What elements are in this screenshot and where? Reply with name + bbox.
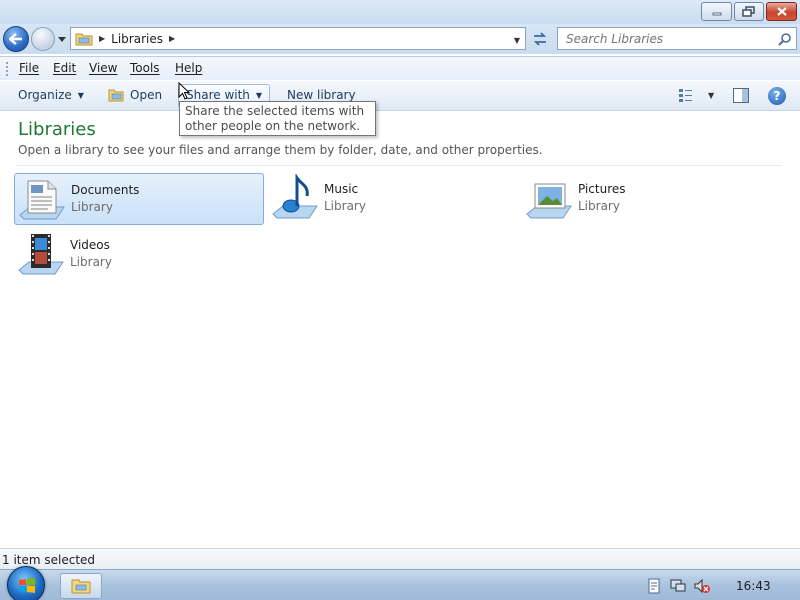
new-library-button[interactable]: New library (287, 88, 356, 102)
command-bar: Organize ▼ Open Share with ▼ New library… (0, 81, 800, 111)
address-bar[interactable]: ▶ Libraries ▶ ▼ (70, 27, 526, 50)
organize-label: Organize (18, 88, 72, 102)
libraries-folder-icon (75, 33, 93, 45)
chevron-down-icon: ▼ (255, 90, 263, 100)
restore-button[interactable] (734, 2, 764, 21)
share-with-tooltip: Share the selected items with other peop… (179, 101, 376, 136)
library-videos[interactable]: Videos Library (14, 229, 264, 281)
action-center-icon[interactable] (646, 578, 662, 594)
back-button[interactable] (3, 26, 29, 52)
menu-help[interactable]: Help (175, 61, 202, 75)
menu-bar: File Edit View Tools Help (0, 56, 800, 80)
menu-view[interactable]: View (89, 61, 117, 75)
library-name: Pictures (578, 182, 626, 196)
windows-start-icon (19, 578, 35, 593)
library-music[interactable]: Music Library (268, 173, 518, 225)
preview-pane-icon[interactable] (733, 88, 749, 103)
organize-button[interactable]: Organize ▼ (18, 88, 84, 102)
library-documents[interactable]: Documents Library (14, 173, 264, 225)
chevron-down-icon (58, 36, 66, 42)
page-title: Libraries (18, 119, 96, 140)
page-subtitle: Open a library to see your files and arr… (18, 143, 543, 157)
search-input[interactable] (558, 31, 763, 46)
open-button[interactable]: Open (108, 88, 162, 102)
menu-edit[interactable]: Edit (53, 61, 76, 75)
back-arrow-icon (9, 33, 22, 45)
change-view-icon (679, 89, 692, 102)
volume-muted-icon[interactable] (694, 578, 710, 594)
divider (16, 165, 782, 166)
taskbar-explorer-button[interactable] (60, 573, 102, 599)
restore-icon (742, 5, 755, 17)
minimize-icon (712, 12, 721, 15)
music-library-icon (272, 174, 318, 219)
status-text: 1 item selected (2, 553, 96, 567)
navigation-bar: ▶ Libraries ▶ ▼ (0, 24, 800, 54)
title-bar (0, 0, 800, 24)
library-type: Library (71, 200, 113, 214)
open-folder-icon (108, 89, 124, 101)
new-library-label: New library (287, 88, 356, 102)
breadcrumb-separator[interactable]: ▶ (99, 34, 105, 43)
library-type: Library (70, 255, 112, 269)
recent-pages-button[interactable] (57, 35, 67, 43)
menu-tools[interactable]: Tools (130, 61, 160, 75)
search-box[interactable] (557, 27, 797, 50)
status-bar: 1 item selected (0, 548, 800, 569)
library-type: Library (324, 199, 366, 213)
close-icon (776, 7, 787, 16)
chevron-down-icon: ▼ (77, 90, 84, 100)
explorer-folder-icon (71, 579, 91, 594)
refresh-button[interactable] (528, 27, 552, 50)
share-with-button[interactable]: Share with ▼ (186, 88, 262, 102)
library-name: Videos (70, 238, 110, 252)
taskbar: 16:43 (0, 566, 800, 600)
network-icon[interactable] (670, 578, 686, 594)
pictures-library-icon (526, 183, 572, 219)
chevron-down-icon: ▼ (708, 90, 715, 100)
help-icon[interactable]: ? (768, 87, 786, 105)
videos-library-icon (18, 234, 64, 275)
library-name: Documents (71, 183, 140, 197)
forward-button[interactable] (31, 27, 55, 51)
breadcrumb-separator[interactable]: ▶ (169, 34, 175, 43)
close-button[interactable] (766, 2, 797, 21)
start-button[interactable] (7, 566, 45, 600)
library-type: Library (578, 199, 620, 213)
refresh-icon (533, 31, 547, 46)
menu-file[interactable]: File (19, 61, 39, 75)
library-name: Music (324, 182, 359, 196)
change-view-button[interactable]: ▼ (678, 88, 714, 102)
minimize-button[interactable] (701, 2, 732, 21)
search-icon[interactable] (778, 32, 792, 46)
taskbar-clock[interactable]: 16:43 (736, 579, 771, 593)
library-pictures[interactable]: Pictures Library (522, 173, 772, 225)
open-label: Open (130, 88, 163, 102)
share-with-label: Share with (186, 88, 250, 102)
mouse-cursor-icon (178, 82, 191, 100)
breadcrumb-libraries[interactable]: Libraries (111, 32, 163, 46)
documents-library-icon (19, 180, 65, 220)
address-dropdown-icon[interactable]: ▼ (514, 36, 520, 45)
menu-grip (6, 62, 8, 76)
